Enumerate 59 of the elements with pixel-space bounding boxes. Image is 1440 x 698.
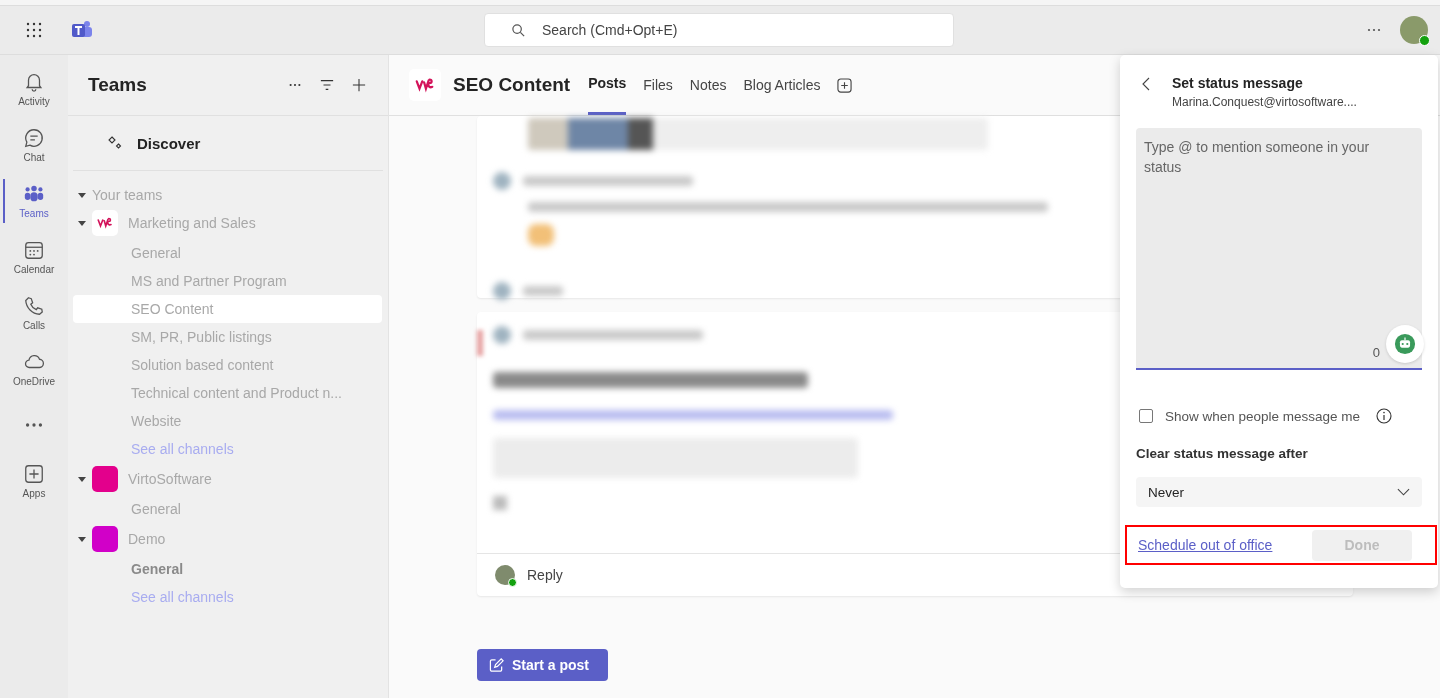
checkbox-label: Show when people message me [1165,408,1361,424]
clear-after-dropdown[interactable]: Never [1136,477,1422,507]
caret-icon [78,220,86,226]
add-tab-icon[interactable] [837,77,853,93]
panel-title: Set status message [1172,75,1304,91]
bell-icon [23,71,45,93]
sparkle-icon [107,135,123,151]
chat-icon [23,127,45,149]
app-bar-item[interactable]: Activity [0,61,68,117]
channel-title: SEO Content [453,74,571,96]
app-bar-item[interactable]: Apps [0,453,68,509]
app-bar-item[interactable]: Chat [0,117,68,173]
add-apps-icon [23,463,45,485]
field-label: Clear status message after [1136,446,1309,461]
blurred-icon [493,496,507,510]
robot-icon[interactable] [1386,325,1424,363]
profile-avatar[interactable] [1400,16,1428,44]
back-icon[interactable] [1142,77,1150,91]
caret-icon [78,476,86,482]
sidebar-title: Teams [88,74,147,96]
blurred-avatar [493,326,511,344]
app-bar-item[interactable]: Calls [0,285,68,341]
post-accent-bar [477,330,483,356]
discover-item[interactable]: Discover [73,116,383,171]
channel-tab[interactable]: Files [643,55,673,115]
schedule-out-of-office-link[interactable]: Schedule out of office [1138,537,1273,553]
app-bar-item[interactable]: OneDrive [0,341,68,397]
compose-icon [489,657,504,673]
app-launcher-icon[interactable] [26,22,42,38]
app-bar-item[interactable]: Calendar [0,229,68,285]
calendar-icon [23,239,45,261]
blurred-reaction [528,224,554,246]
info-icon[interactable] [1376,408,1393,424]
start-post-button[interactable]: Start a post [477,649,608,681]
reply-link[interactable]: Reply [527,567,563,583]
search-icon [511,22,526,38]
account-email: Marina.Conquest@virtosoftware.... [1172,95,1357,109]
search-bar[interactable]: Search (Cmd+Opt+E) [484,13,954,47]
channel-tab[interactable]: Notes [689,55,727,115]
filter-icon[interactable] [320,78,334,92]
checkbox[interactable] [1139,409,1153,423]
caret-icon [78,192,86,198]
character-counter: 0 [1372,345,1380,360]
channel-logo [409,69,441,101]
chevron-down-icon [1397,488,1410,496]
blurred-avatar [493,172,511,190]
more-apps-icon [23,422,45,428]
channel-item[interactable]: SEO Content [73,295,382,323]
channel-item[interactable]: General [73,555,382,583]
more-options-icon[interactable] [1366,28,1382,32]
caret-icon [78,536,86,542]
blurred-text [523,286,563,296]
app-bar-item[interactable]: Teams [0,173,68,229]
user-avatar [495,565,515,585]
search-field[interactable]: Search (Cmd+Opt+E) [540,21,953,39]
add-icon[interactable] [352,78,366,92]
blurred-avatar [493,282,511,300]
phone-icon [23,295,45,317]
channel-tab[interactable]: Blog Articles [743,55,821,115]
